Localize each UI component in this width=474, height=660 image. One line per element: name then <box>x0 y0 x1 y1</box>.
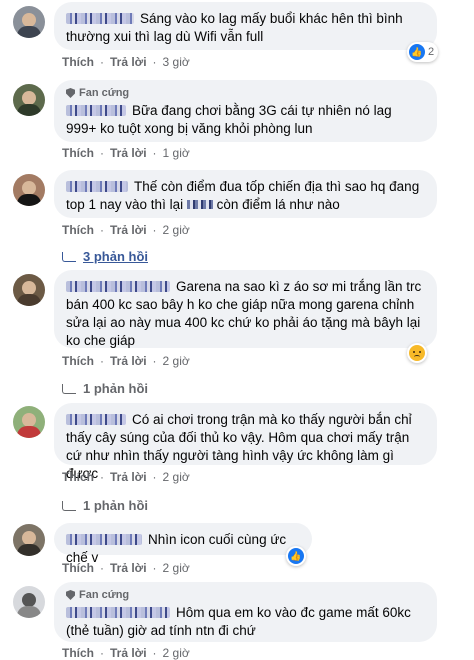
reaction-summary[interactable] <box>407 343 427 363</box>
comment-actions: Thích · Trả lời · 2 giờ <box>62 645 190 660</box>
reaction-count: 2 <box>428 46 435 58</box>
like-button[interactable]: Thích <box>62 469 94 485</box>
author-name-redacted[interactable] <box>66 414 126 425</box>
reply-arrow-icon <box>62 501 76 511</box>
comment-time[interactable]: 1 giờ <box>163 145 190 161</box>
reply-button[interactable]: Trả lời <box>110 145 147 161</box>
like-button[interactable]: Thích <box>62 353 94 369</box>
author-name-redacted[interactable] <box>66 534 142 545</box>
comment-time[interactable]: 2 giờ <box>163 560 190 576</box>
avatar[interactable] <box>13 524 45 556</box>
comment-time[interactable]: 2 giờ <box>163 645 190 660</box>
comment-actions: Thích · Trả lời · 3 giờ <box>62 54 190 70</box>
avatar[interactable] <box>13 6 45 38</box>
reply-button[interactable]: Trả lời <box>110 469 147 485</box>
comment-time[interactable]: 2 giờ <box>163 469 190 485</box>
reaction-summary[interactable]: 👍 2 <box>407 42 439 62</box>
comment-actions: Thích · Trả lời · 2 giờ <box>62 469 190 485</box>
comment-bubble: Có ai chơi trong trận mà ko thấy người b… <box>54 403 437 481</box>
comment-bubble: Fan cứng Hôm qua em ko vào đc game mất 6… <box>54 582 437 642</box>
view-replies-link[interactable]: 3 phản hồi <box>62 249 148 265</box>
reply-button[interactable]: Trả lời <box>110 353 147 369</box>
author-name-redacted[interactable] <box>66 13 134 24</box>
avatar[interactable] <box>13 586 45 618</box>
avatar[interactable] <box>13 406 45 438</box>
like-button[interactable]: Thích <box>62 54 94 70</box>
avatar[interactable] <box>13 84 45 116</box>
author-name-redacted[interactable] <box>66 105 126 116</box>
avatar[interactable] <box>13 274 45 306</box>
comment-bubble: Thế còn điểm đua tốp chiến địa thì sao h… <box>54 170 437 218</box>
shield-icon <box>66 88 75 98</box>
like-icon: 👍 <box>288 548 304 564</box>
view-replies-link[interactable]: 1 phản hồi <box>62 381 148 397</box>
like-button[interactable]: Thích <box>62 145 94 161</box>
comment-bubble: Nhìn icon cuối cùng ức chế v <box>54 523 312 565</box>
reply-button[interactable]: Trả lời <box>110 222 147 238</box>
fan-badge: Fan cứng <box>66 588 425 602</box>
shield-icon <box>66 590 75 600</box>
author-name-redacted[interactable] <box>66 181 128 192</box>
sad-icon <box>409 345 425 361</box>
view-replies-link[interactable]: 1 phản hồi <box>62 498 148 514</box>
like-button[interactable]: Thích <box>62 222 94 238</box>
author-name-redacted[interactable] <box>66 281 170 292</box>
redacted-word <box>186 200 213 209</box>
comment-actions: Thích · Trả lời · 2 giờ <box>62 222 190 238</box>
like-button[interactable]: Thích <box>62 645 94 660</box>
reply-button[interactable]: Trả lời <box>110 560 147 576</box>
fan-badge: Fan cứng <box>66 86 425 100</box>
reply-arrow-icon <box>62 384 76 394</box>
comment-actions: Thích · Trả lời · 1 giờ <box>62 145 190 161</box>
reply-button[interactable]: Trả lời <box>110 645 147 660</box>
like-button[interactable]: Thích <box>62 560 94 576</box>
reply-button[interactable]: Trả lời <box>110 54 147 70</box>
avatar[interactable] <box>13 174 45 206</box>
like-icon: 👍 <box>409 44 425 60</box>
comment-bubble: Sáng vào ko lag mấy buổi khác hên thì bì… <box>54 2 437 50</box>
comment-actions: Thích · Trả lời · 2 giờ <box>62 560 190 576</box>
author-name-redacted[interactable] <box>66 607 170 618</box>
comment-actions: Thích · Trả lời · 2 giờ <box>62 353 190 369</box>
comment-bubble: Garena na sao kì z áo sơ mi trắng lần tr… <box>54 270 437 348</box>
comment-bubble: Fan cứng Bữa đang chơi bằng 3G cái tự nh… <box>54 80 437 142</box>
reply-arrow-icon <box>62 252 76 262</box>
comment-time[interactable]: 2 giờ <box>163 353 190 369</box>
comment-text-continued: còn điểm lá như nào <box>216 197 340 212</box>
comment-time[interactable]: 2 giờ <box>163 222 190 238</box>
comment-time[interactable]: 3 giờ <box>163 54 190 70</box>
reaction-summary[interactable]: 👍 <box>286 546 306 566</box>
